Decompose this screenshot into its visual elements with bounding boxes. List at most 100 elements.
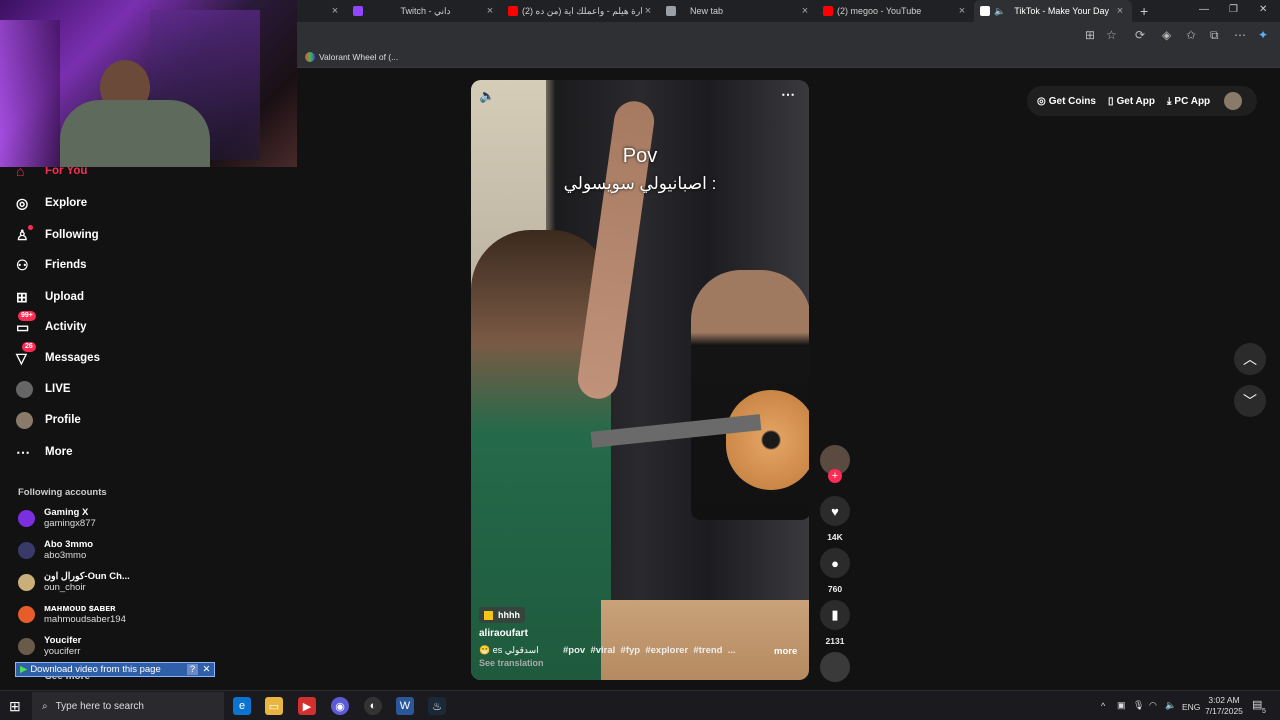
minimize-button[interactable]: — xyxy=(1199,4,1209,15)
user-avatar-button[interactable] xyxy=(1224,92,1243,110)
sidebar-item-activity[interactable]: ▭ 99+ Activity xyxy=(16,311,87,335)
tray-chevron-icon[interactable]: ^ xyxy=(1101,701,1105,711)
refresh-icon[interactable]: ⟳ xyxy=(1135,28,1145,42)
account-youcifer[interactable]: Youcifer youciferr xyxy=(18,635,81,657)
help-button[interactable]: ? xyxy=(187,664,198,675)
phone-icon: ▯ xyxy=(1107,95,1114,107)
collections-icon[interactable]: ⧉ xyxy=(1210,28,1219,43)
video-description: 😁 es اسدقولي xyxy=(479,645,539,655)
tab-twitch[interactable]: Twitch - داني × xyxy=(347,0,502,22)
sidebar-item-profile[interactable]: Profile xyxy=(16,411,81,429)
account-gaming-x[interactable]: Gaming Xgamingx877 xyxy=(18,507,96,529)
tab-close-icon[interactable]: × xyxy=(642,5,654,17)
get-app-button[interactable]: ▯ Get App xyxy=(1108,96,1155,107)
account-oun-choir[interactable]: كورال اون-Oun Ch... oun_choir xyxy=(18,571,130,593)
close-icon[interactable]: ✕ xyxy=(201,664,212,675)
creator-avatar-button[interactable]: + xyxy=(820,445,850,483)
extensions-icon[interactable]: ◈ xyxy=(1162,28,1171,42)
discord-icon[interactable]: ◉ xyxy=(331,697,349,715)
music-disc-button[interactable] xyxy=(820,652,850,682)
video-more-icon[interactable]: ⋯ xyxy=(781,86,795,103)
favorites-icon[interactable]: ✩ xyxy=(1186,28,1196,42)
youtube-icon xyxy=(508,6,518,16)
new-tab-icon xyxy=(666,6,676,16)
sidebar-item-friends[interactable]: ⚇ Friends xyxy=(16,257,87,273)
copilot-icon[interactable]: ✦ xyxy=(1258,28,1268,42)
edge-icon[interactable]: e xyxy=(233,697,251,715)
sidebar: ⌂ For You ◎ Explore ♙ Following ⚇ Friend… xyxy=(0,160,215,690)
red-app-icon[interactable]: ▶ xyxy=(298,697,316,715)
menu-dots-icon[interactable]: ⋯ xyxy=(1234,28,1246,42)
tab-partial[interactable]: × xyxy=(297,0,347,22)
comment-button[interactable]: ● 760 xyxy=(820,548,850,594)
favorite-star-icon[interactable]: ☆ xyxy=(1106,28,1117,42)
sidebar-item-upload[interactable]: ⊞ Upload xyxy=(16,289,84,305)
sidebar-item-messages[interactable]: ▽ 26 Messages xyxy=(16,342,100,366)
upload-icon: ⊞ xyxy=(16,288,28,305)
account-mahmoud-saber[interactable]: ᴍᴀʜᴍᴏᴜᴅ ꜱᴀʙᴇʀ mahmoudsaber194 xyxy=(18,603,126,625)
avatar-icon xyxy=(16,411,38,429)
download-video-bar[interactable]: ▶ Download video from this page ? ✕ xyxy=(15,662,215,677)
volume-tray-icon[interactable]: 🔈 xyxy=(1165,700,1176,711)
video-tag[interactable]: hhhh xyxy=(479,607,525,623)
volume-icon[interactable]: 🔈 xyxy=(479,88,495,104)
new-tab-button[interactable]: + xyxy=(1140,3,1148,19)
word-icon[interactable]: W xyxy=(396,697,414,715)
obs-icon[interactable]: ◐ xyxy=(364,697,382,715)
account-abo-3mmo[interactable]: Abo 3mmo abo3mmo xyxy=(18,539,93,561)
comment-icon: ● xyxy=(820,548,850,578)
tab-close-icon[interactable]: × xyxy=(799,5,811,17)
music-disc-icon xyxy=(820,652,850,682)
tab-new-tab[interactable]: New tab × xyxy=(660,0,817,22)
tab-close-icon[interactable]: × xyxy=(484,5,496,17)
sidebar-item-following[interactable]: ♙ Following xyxy=(16,225,99,243)
notification-center-icon[interactable]: ▤ xyxy=(1252,698,1262,711)
get-coins-button[interactable]: ◎ Get Coins xyxy=(1037,96,1096,107)
tab-youtube-music[interactable]: (2) سارة هيلم - واعملك اية (من ده × xyxy=(502,0,660,22)
sidebar-item-live[interactable]: LIVE xyxy=(16,380,71,398)
microphone-icon[interactable]: 🎙 xyxy=(1133,700,1144,711)
language-indicator[interactable]: ENG xyxy=(1182,702,1200,712)
steam-icon[interactable]: ♨ xyxy=(428,697,446,715)
live-icon xyxy=(16,380,38,398)
chevron-up-icon: ︿ xyxy=(1243,351,1257,367)
like-button[interactable]: ♥ 14K xyxy=(820,496,850,542)
notification-count: 5 xyxy=(1262,708,1266,715)
sidebar-item-more[interactable]: ⋯ More xyxy=(16,444,72,460)
friends-icon: ⚇ xyxy=(16,256,29,273)
tab-youtube-megoo[interactable]: (2) megoo - YouTube × xyxy=(817,0,974,22)
avatar xyxy=(18,637,35,655)
bookmark-valorant[interactable]: Valorant Wheel of (... xyxy=(305,52,398,62)
more-link[interactable]: more xyxy=(774,646,797,657)
video-author[interactable]: aliraoufart xyxy=(479,628,528,639)
compass-icon: ◎ xyxy=(16,194,29,211)
apps-icon[interactable]: ⊞ xyxy=(1085,28,1095,42)
windows-start-icon[interactable]: ⊞ xyxy=(9,698,21,715)
video-hashtags[interactable]: #pov #viral #fyp #explorer #trend ... xyxy=(563,645,736,656)
sidebar-item-explore[interactable]: ◎ Explore xyxy=(16,195,87,211)
pc-app-button[interactable]: ⤓ PC App xyxy=(1167,96,1210,107)
clock[interactable]: 3:02 AM 7/17/2025 xyxy=(1203,695,1245,717)
tab-tiktok[interactable]: 🔈 TikTok - Make Your Day × xyxy=(974,0,1132,22)
next-video-button[interactable]: ﹀ xyxy=(1234,385,1266,417)
video-player[interactable]: 🔈 ⋯ Pov اصبانيولي سويسولي : hhhh aliraou… xyxy=(471,80,809,680)
restore-button[interactable]: ❐ xyxy=(1229,4,1238,15)
file-explorer-icon[interactable]: ▭ xyxy=(265,697,283,715)
tab-close-icon[interactable]: × xyxy=(329,5,341,17)
webcam-overlay xyxy=(0,0,297,167)
close-window-button[interactable]: ✕ xyxy=(1259,4,1267,15)
search-box[interactable]: ⌕ Type here to search xyxy=(32,692,224,720)
user-follow-icon: ♙ xyxy=(16,225,38,243)
avatar xyxy=(18,573,35,591)
tab-close-icon[interactable]: × xyxy=(1114,5,1126,17)
see-translation-link[interactable]: See translation xyxy=(479,658,544,668)
tiktok-icon xyxy=(980,6,990,16)
bookmark-icon: ▮ xyxy=(820,600,850,630)
previous-video-button[interactable]: ︿ xyxy=(1234,343,1266,375)
wifi-icon[interactable]: ◠ xyxy=(1149,700,1157,711)
light-glow xyxy=(0,20,60,167)
tab-close-icon[interactable]: × xyxy=(956,5,968,17)
bookmark-button[interactable]: ▮ 2131 xyxy=(820,600,850,646)
network-icon[interactable]: ▣ xyxy=(1117,700,1126,711)
follow-plus-icon[interactable]: + xyxy=(828,469,842,483)
